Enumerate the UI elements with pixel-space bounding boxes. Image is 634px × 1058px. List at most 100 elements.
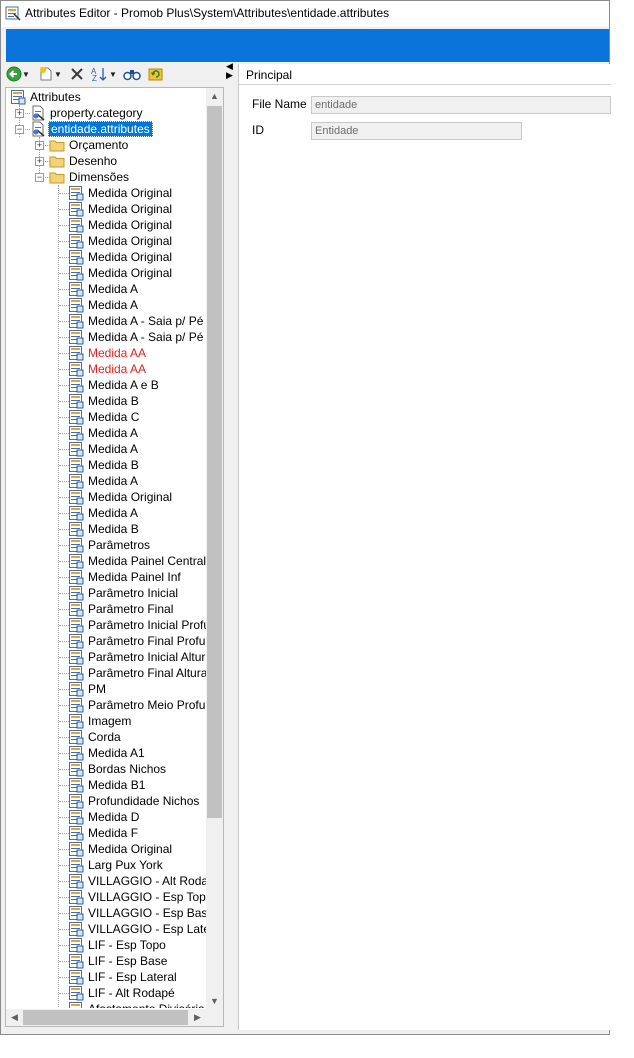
tree-node-label: Larg Pux York [88, 858, 163, 872]
scroll-thumb-horizontal[interactable] [23, 1010, 188, 1025]
tree-folder[interactable]: Desenho [49, 153, 119, 169]
tree-attribute-item[interactable]: Medida B [68, 393, 141, 409]
tree-attribute-item[interactable]: Medida F [68, 825, 140, 841]
attribute-icon [69, 250, 84, 265]
tree-file-property-category[interactable]: property.category [30, 105, 145, 121]
tree-node-label: PM [88, 682, 106, 696]
tree-node-label: property.category [50, 106, 143, 120]
tree-attribute-item[interactable]: Medida A - Saia p/ Pé Pa [68, 313, 206, 329]
collapse-icon[interactable]: − [35, 173, 44, 182]
tree-attribute-item[interactable]: Medida Original [68, 265, 174, 281]
folder-icon [49, 156, 65, 168]
tree-attribute-item[interactable]: Medida Original [68, 185, 174, 201]
expand-icon[interactable]: + [35, 141, 44, 150]
tree-attribute-item[interactable]: Medida Original [68, 249, 174, 265]
tree-attribute-item[interactable]: Medida Painel Central [68, 553, 206, 569]
tree-attribute-item[interactable]: Profundidade Nichos [68, 793, 201, 809]
file-name-label: File Name [252, 97, 307, 111]
scroll-right-icon[interactable]: ▶ [189, 1009, 206, 1026]
tree-attribute-item[interactable]: Medida AA [68, 361, 148, 377]
expand-icon[interactable]: + [35, 157, 44, 166]
tree-attribute-item[interactable]: Medida Original [68, 217, 174, 233]
tree-attribute-item[interactable]: LIF - Esp Base [68, 953, 169, 969]
tree-attribute-item[interactable]: VILLAGGIO - Alt Rodapé [68, 873, 206, 889]
tree-node-label: Medida C [88, 410, 140, 424]
tree-attribute-item[interactable]: Imagem [68, 713, 133, 729]
tree-attribute-item[interactable]: VILLAGGIO - Esp Topo [68, 889, 206, 905]
find-button[interactable] [122, 65, 142, 83]
tree-attribute-item[interactable]: Larg Pux York [68, 857, 165, 873]
tree-attribute-item[interactable]: Medida Painel Inf [68, 569, 183, 585]
expand-right-icon[interactable]: ▶ [226, 71, 236, 80]
tree-attribute-item[interactable]: Medida Original [68, 841, 174, 857]
attribute-icon [69, 906, 84, 921]
attributes-tree[interactable]: Attributes + property.category − entidade.at… [6, 88, 206, 1008]
tree-attribute-item[interactable]: Medida A - Saia p/ Pé Mó [68, 329, 206, 345]
scroll-up-icon[interactable]: ▲ [206, 88, 223, 105]
tree-attribute-item[interactable]: Parâmetro Final Profund [68, 633, 206, 649]
tree-vertical-scrollbar[interactable]: ▲ ▼ [206, 88, 223, 1010]
refresh-button[interactable] [146, 65, 166, 83]
attribute-icon [69, 1002, 82, 1008]
tree-attribute-item[interactable]: Afastamento Divisória [68, 1001, 206, 1008]
tree-attribute-item[interactable]: Medida A [68, 441, 140, 457]
tree-attribute-item[interactable]: LIF - Esp Lateral [68, 969, 179, 985]
tree-attribute-item[interactable]: Medida B [68, 457, 141, 473]
tree-attribute-item[interactable]: Medida Original [68, 489, 174, 505]
tree-node-label: Parâmetro Inicial Altura [88, 650, 206, 664]
tree-folder[interactable]: Dimensões [49, 169, 131, 185]
attribute-icon [69, 218, 84, 233]
tree-folder[interactable]: Orçamento [49, 137, 130, 153]
tree-file-entidade-attributes[interactable]: entidade.attributes [30, 121, 153, 137]
tree-attribute-item[interactable]: Medida C [68, 409, 141, 425]
tree-attribute-item[interactable]: Medida A [68, 281, 140, 297]
new-item-button[interactable]: ▼ [36, 65, 64, 83]
attribute-icon [69, 330, 84, 345]
tree-attribute-item[interactable]: Parâmetro Inicial Altura [68, 649, 206, 665]
file-name-field[interactable]: entidade [311, 96, 611, 114]
delete-button[interactable] [68, 65, 86, 83]
tree-attribute-item[interactable]: Bordas Nichos [68, 761, 168, 777]
scroll-thumb[interactable] [207, 106, 222, 818]
tree-attribute-item[interactable]: Medida B [68, 521, 141, 537]
tree-attribute-item[interactable]: LIF - Esp Topo [68, 937, 168, 953]
tree-horizontal-scrollbar[interactable]: ◀ ▶ [6, 1009, 206, 1026]
tree-attribute-item[interactable]: Parâmetro Inicial Profun [68, 617, 206, 633]
tree-node-label: Parâmetro Meio Profund [88, 698, 206, 712]
attribute-icon [69, 538, 84, 553]
tree-attribute-item[interactable]: Parâmetro Final Altura [68, 665, 206, 681]
tree-attribute-item[interactable]: Medida A [68, 505, 140, 521]
attribute-icon [69, 298, 84, 313]
tree-attribute-item[interactable]: Medida D [68, 809, 141, 825]
tree-attribute-item[interactable]: Parâmetro Final [68, 601, 175, 617]
tree-attribute-item[interactable]: Medida A e B [68, 377, 161, 393]
sort-button[interactable]: A Z ▼ [90, 65, 118, 83]
tree-attribute-item[interactable]: Parâmetros [68, 537, 152, 553]
tree-attribute-item[interactable]: LIF - Alt Rodapé [68, 985, 177, 1001]
tree-node-label: Bordas Nichos [88, 762, 167, 776]
collapse-icon[interactable]: − [15, 125, 24, 134]
tree-attribute-item[interactable]: Medida A [68, 425, 140, 441]
scroll-left-icon[interactable]: ◀ [6, 1009, 23, 1026]
tree-attribute-item[interactable]: Medida Original [68, 233, 174, 249]
tree-attribute-item[interactable]: Parâmetro Inicial [68, 585, 180, 601]
tree-attribute-item[interactable]: Medida AA [68, 345, 148, 361]
id-field[interactable]: Entidade [311, 122, 522, 140]
tree-attribute-item[interactable]: Corda [68, 729, 123, 745]
tree-attribute-item[interactable]: PM [68, 681, 108, 697]
tree-attribute-item[interactable]: Medida Original [68, 201, 174, 217]
scroll-down-icon[interactable]: ▼ [206, 993, 223, 1010]
panel-splitter[interactable]: ◀ ▶ [226, 62, 236, 82]
tree-attribute-item[interactable]: Medida B1 [68, 777, 147, 793]
tree-attribute-item[interactable]: Medida A1 [68, 745, 147, 761]
back-button[interactable]: ▼ [4, 65, 32, 83]
tree-attribute-item[interactable]: VILLAGGIO - Esp Base [68, 905, 206, 921]
attribute-icon [69, 602, 84, 617]
tree-attribute-item[interactable]: Medida A [68, 297, 140, 313]
tree-attribute-item[interactable]: Parâmetro Meio Profund [68, 697, 206, 713]
tree-root-attributes[interactable]: Attributes [10, 89, 83, 105]
tree-attribute-item[interactable]: VILLAGGIO - Esp Latera [68, 921, 206, 937]
expand-icon[interactable]: + [15, 109, 24, 118]
tree-attribute-item[interactable]: Medida A [68, 473, 140, 489]
section-header[interactable]: Principal [239, 64, 611, 85]
